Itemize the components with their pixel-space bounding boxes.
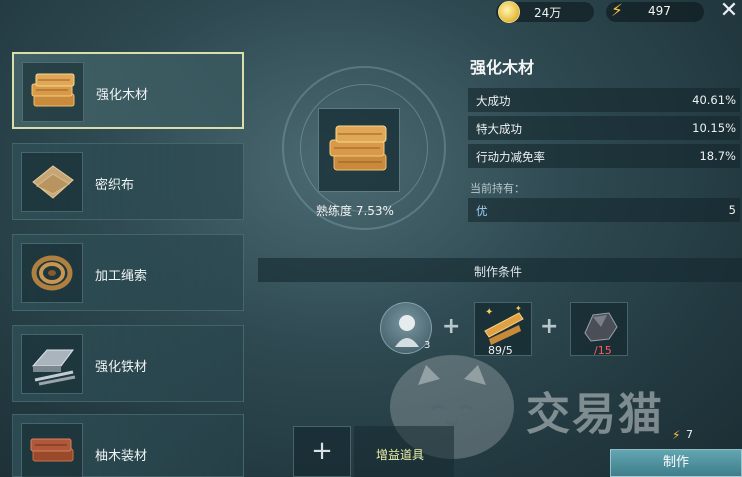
stat-row-great-success: 大成功 40.61% <box>468 88 740 112</box>
material-count-ore: /15 <box>594 344 612 357</box>
holding-row: 优 5 <box>468 198 740 222</box>
iron-ingot-icon <box>21 334 83 394</box>
lightning-icon: ⚡ <box>611 1 623 21</box>
lightning-icon: ⚡ <box>672 428 681 442</box>
holding-count: 5 <box>728 203 736 217</box>
recipe-item-label: 强化铁材 <box>95 360 148 375</box>
gold-coin-icon <box>498 1 520 23</box>
energy-amount: 497 <box>648 4 671 18</box>
stat-value: 10.15% <box>692 121 736 135</box>
stat-key: 特大成功 <box>476 122 522 136</box>
rope-icon <box>21 243 83 303</box>
watermark-text: 交易猫 <box>526 389 664 440</box>
recipe-item-teak-planks[interactable]: 柚木装材 <box>12 414 244 477</box>
stat-row-action-reduction: 行动力减免率 18.7% <box>468 144 740 168</box>
recipe-item-reinforced-wood[interactable]: 强化木材 <box>12 52 244 129</box>
proficiency-label: 熟练度 7.53% <box>316 204 394 218</box>
stat-key: 大成功 <box>476 94 511 108</box>
recipe-item-label: 加工绳索 <box>95 269 148 284</box>
quality-label: 优 <box>476 204 488 218</box>
svg-text:✦: ✦ <box>515 304 522 313</box>
boost-item-label: 增益道具 <box>376 448 425 462</box>
wood-planks-icon <box>22 62 84 122</box>
recipe-item-label: 柚木装材 <box>95 449 148 464</box>
make-button[interactable]: 制作 <box>610 449 742 477</box>
craft-conditions-header: 制作条件 <box>258 258 742 282</box>
svg-text:✦: ✦ <box>485 307 493 318</box>
recipe-item-reinforced-iron[interactable]: 强化铁材 <box>12 325 244 402</box>
stat-value: 18.7% <box>699 149 736 163</box>
add-boost-item-button[interactable]: + <box>293 426 351 477</box>
plus-icon: + <box>442 314 461 339</box>
stat-key: 行动力减免率 <box>476 150 545 164</box>
teak-planks-icon <box>21 423 83 477</box>
recipe-item-label: 强化木材 <box>96 88 149 103</box>
stat-value: 40.61% <box>692 93 736 107</box>
craft-conditions-title: 制作条件 <box>474 265 523 279</box>
cloth-icon <box>21 152 83 212</box>
stat-row-huge-success: 特大成功 10.15% <box>468 116 740 140</box>
character-count: 3 <box>424 340 431 351</box>
plus-icon: + <box>540 314 559 339</box>
gold-amount: 24万 <box>534 6 562 20</box>
wood-planks-icon <box>318 108 400 192</box>
energy-cost: 7 <box>686 428 693 441</box>
close-icon[interactable]: ✕ <box>718 0 740 22</box>
recipe-item-processed-rope[interactable]: 加工绳索 <box>12 234 244 311</box>
recipe-item-label: 密织布 <box>95 178 135 193</box>
recipe-item-dense-cloth[interactable]: 密织布 <box>12 143 244 220</box>
holding-label: 当前持有： <box>470 182 525 195</box>
item-title: 强化木材 <box>470 58 535 77</box>
